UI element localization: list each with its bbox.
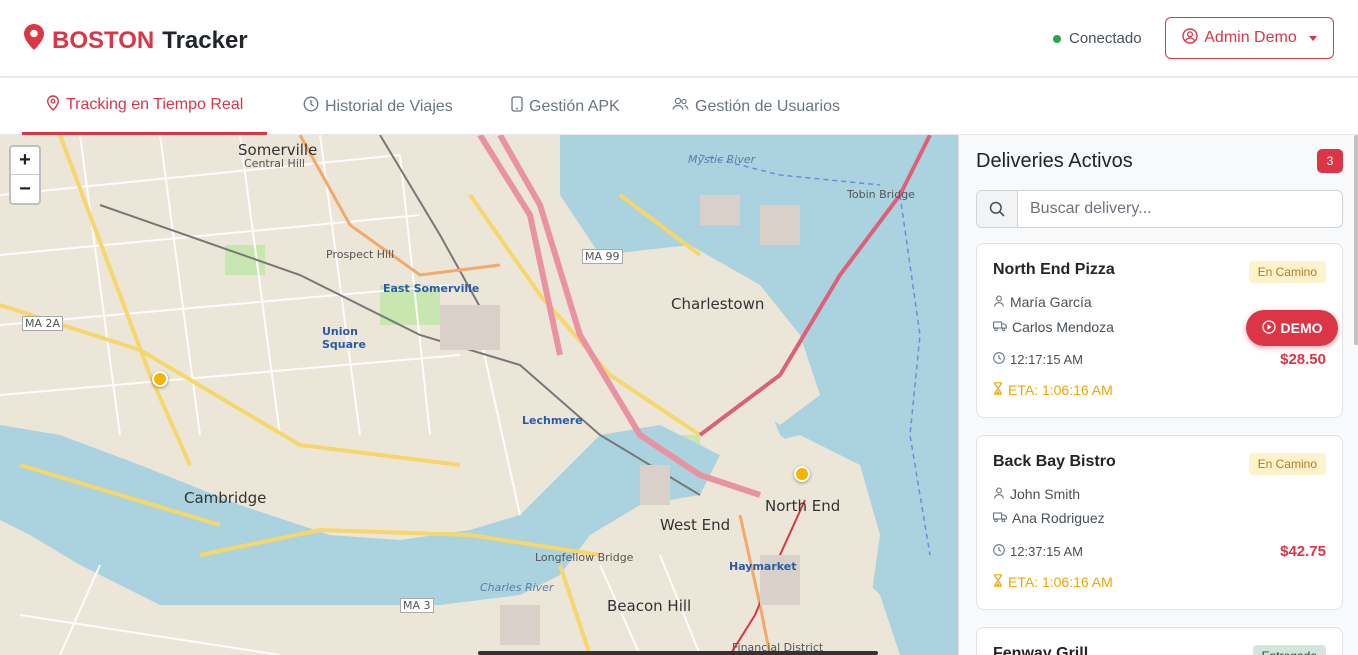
time-row: 12:37:15 AM (993, 544, 1083, 559)
user-circle-icon (1182, 27, 1198, 49)
map-label-ma2a: MA 2A (22, 316, 64, 331)
tab-label: Gestión de Usuarios (695, 97, 840, 115)
restaurant-name: Fenway Grill (993, 645, 1089, 655)
hourglass-icon (993, 382, 1003, 398)
sidebar-title: Deliveries Activos (976, 150, 1133, 172)
tab-apk[interactable]: Gestión APK (511, 78, 620, 135)
customer-row: John Smith (993, 486, 1080, 502)
time-row: 12:17:15 AM (993, 352, 1083, 367)
map-label-beacon-hill: Beacon Hill (607, 597, 692, 615)
eta-text: ETA: 1:06:16 AM (1008, 382, 1113, 398)
customer-name: María García (1010, 294, 1092, 310)
status-badge: En Camino (1248, 261, 1326, 283)
user-menu-label: Admin Demo (1204, 29, 1297, 46)
main-tabs: Tracking en Tiempo Real Historial de Via… (0, 78, 1358, 135)
tab-history[interactable]: Historial de Viajes (303, 78, 453, 135)
order-time: 12:37:15 AM (1010, 544, 1083, 559)
clock-icon (993, 352, 1005, 367)
map-label-tobin-bridge: Tobin Bridge (847, 188, 915, 201)
clock-icon (993, 544, 1005, 559)
tab-tracking[interactable]: Tracking en Tiempo Real (22, 78, 268, 135)
user-icon (993, 486, 1005, 502)
restaurant-name: North End Pizza (993, 261, 1115, 278)
driver-name: Ana Rodriguez (1012, 510, 1105, 526)
horizontal-scrollbar[interactable] (478, 651, 878, 655)
eta-text: ETA: 1:06:16 AM (1008, 574, 1113, 590)
zoom-out-button[interactable]: − (11, 175, 39, 203)
connection-status-label: Conectado (1069, 30, 1142, 47)
map-tiles (0, 135, 958, 655)
map-label-north-end: North End (765, 497, 841, 515)
map-label-ma3: MA 3 (400, 598, 434, 613)
demo-button-label: DEMO (1280, 320, 1323, 336)
map-label-east-somerville: East Somerville (383, 282, 480, 295)
map-label-union-square: Union Square (322, 325, 366, 351)
map-label-west-end: West End (660, 516, 731, 534)
brand-name-city: BOSTON (52, 26, 155, 54)
driver-name: Carlos Mendoza (1012, 319, 1114, 335)
demo-button[interactable]: DEMO (1246, 310, 1338, 346)
user-icon (993, 294, 1005, 310)
brand-name-product: Tracker (162, 26, 248, 54)
user-menu-button[interactable]: Admin Demo (1165, 17, 1334, 59)
map-pin-icon (24, 24, 44, 57)
map-pin-icon (46, 94, 60, 116)
status-badge: Entregado (1252, 645, 1326, 655)
driver-row: Ana Rodriguez (993, 510, 1105, 526)
map-label-cambridge: Cambridge (184, 489, 267, 507)
customer-name: John Smith (1010, 486, 1081, 502)
connection-status: Conectado (1053, 30, 1142, 47)
delivery-marker[interactable] (794, 466, 810, 482)
map-label-longfellow: Longfellow Bridge (535, 551, 634, 564)
vertical-scrollbar[interactable] (1354, 135, 1358, 345)
map-label-charlestown: Charlestown (671, 295, 765, 313)
order-price: $28.50 (1280, 351, 1326, 368)
brand-logo[interactable]: BOSTON Tracker (24, 24, 248, 57)
clock-icon (303, 96, 319, 117)
customer-row: María García (993, 294, 1092, 310)
map-label-charles-river: Charles River (480, 581, 554, 594)
search-icon (977, 191, 1018, 227)
online-dot-icon (1053, 34, 1061, 43)
tab-label: Historial de Viajes (325, 97, 453, 115)
zoom-in-button[interactable]: + (11, 147, 39, 175)
map-label-haymarket: Haymarket (729, 560, 797, 573)
truck-icon (993, 319, 1007, 335)
map-label-ma99: MA 99 (582, 249, 623, 264)
map-label-lechmere: Lechmere (522, 414, 583, 427)
map-label-prospect-hill: Prospect Hill (326, 248, 395, 261)
active-count-badge: 3 (1317, 149, 1343, 173)
phone-icon (511, 96, 523, 117)
truck-icon (993, 510, 1007, 526)
delivery-card[interactable]: Back Bay Bistro En Camino John Smith Ana… (976, 435, 1343, 610)
driver-row: Carlos Mendoza (993, 319, 1114, 335)
deliveries-sidebar: Deliveries Activos 3 North End Pizza En … (958, 135, 1358, 655)
order-time: 12:17:15 AM (1010, 352, 1083, 367)
order-price: $42.75 (1280, 543, 1326, 560)
zoom-control: + − (9, 145, 41, 205)
users-icon (672, 97, 689, 116)
map-label-central-hill: Central Hill (244, 157, 305, 170)
app-header: BOSTON Tracker Conectado Admin Demo (0, 0, 1358, 77)
tab-label: Tracking en Tiempo Real (66, 96, 244, 113)
tab-label: Gestión APK (529, 97, 620, 115)
hourglass-icon (993, 574, 1003, 590)
status-badge: En Camino (1248, 453, 1326, 475)
delivery-search (976, 190, 1343, 228)
delivery-card[interactable]: Fenway Grill Entregado (976, 627, 1343, 655)
restaurant-name: Back Bay Bistro (993, 453, 1116, 470)
search-input[interactable] (1018, 191, 1342, 227)
eta-row: ETA: 1:06:16 AM (993, 382, 1113, 398)
delivery-marker[interactable] (152, 371, 168, 387)
play-circle-icon (1261, 319, 1276, 337)
tab-users[interactable]: Gestión de Usuarios (672, 78, 840, 135)
map-label-mystic-river: Mystic River (688, 153, 756, 166)
eta-row: ETA: 1:06:16 AM (993, 574, 1113, 590)
map-view[interactable]: Somerville Central Hill Cambridge Charle… (0, 135, 958, 655)
chevron-down-icon (1308, 35, 1317, 41)
